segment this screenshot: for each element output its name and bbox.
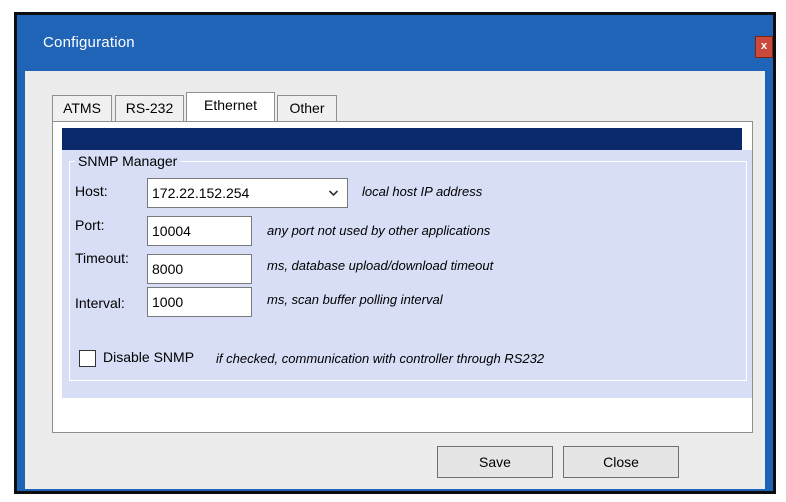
port-label: Port: [75, 217, 105, 233]
group-title: SNMP Manager [75, 153, 181, 169]
header-bar [62, 128, 742, 150]
host-value: 172.22.152.254 [152, 185, 250, 201]
close-icon[interactable]: x [755, 36, 773, 58]
ethernet-tab-page: SNMP Manager Host: 172.22.152.254 local … [52, 121, 753, 433]
tab-rs-232[interactable]: RS-232 [115, 95, 184, 121]
close-button[interactable]: Close [563, 446, 679, 478]
chevron-down-icon[interactable] [328, 179, 339, 217]
tab-other[interactable]: Other [277, 95, 337, 121]
save-button[interactable]: Save [437, 446, 553, 478]
interval-label: Interval: [75, 295, 125, 311]
interval-hint: ms, scan buffer polling interval [267, 292, 443, 307]
snmp-panel: SNMP Manager Host: 172.22.152.254 local … [62, 150, 752, 398]
disable-snmp-label[interactable]: Disable SNMP [103, 349, 194, 365]
disable-snmp-hint: if checked, communication with controlle… [216, 351, 545, 366]
snmp-manager-group: SNMP Manager Host: 172.22.152.254 local … [69, 153, 747, 381]
interval-input[interactable]: 1000 [147, 287, 252, 317]
disable-snmp-checkbox[interactable] [79, 350, 96, 367]
host-hint: local host IP address [362, 184, 483, 199]
host-label: Host: [75, 183, 108, 199]
host-combo[interactable]: 172.22.152.254 [147, 178, 348, 208]
port-hint: any port not used by other applications [267, 223, 491, 238]
port-input[interactable]: 10004 [147, 216, 252, 246]
tab-atms[interactable]: ATMS [52, 95, 112, 121]
tab-ethernet[interactable]: Ethernet [186, 92, 275, 121]
timeout-label: Timeout: [75, 250, 129, 266]
title-bar[interactable]: Configuration x [17, 15, 773, 71]
timeout-input[interactable]: 8000 [147, 254, 252, 284]
dialog-client: ATMS RS-232 Ethernet Other SNMP Manager … [25, 71, 765, 489]
window-title: Configuration [43, 34, 135, 51]
configuration-window: Configuration x ATMS RS-232 Ethernet Oth… [14, 12, 776, 494]
timeout-hint: ms, database upload/download timeout [267, 258, 494, 273]
